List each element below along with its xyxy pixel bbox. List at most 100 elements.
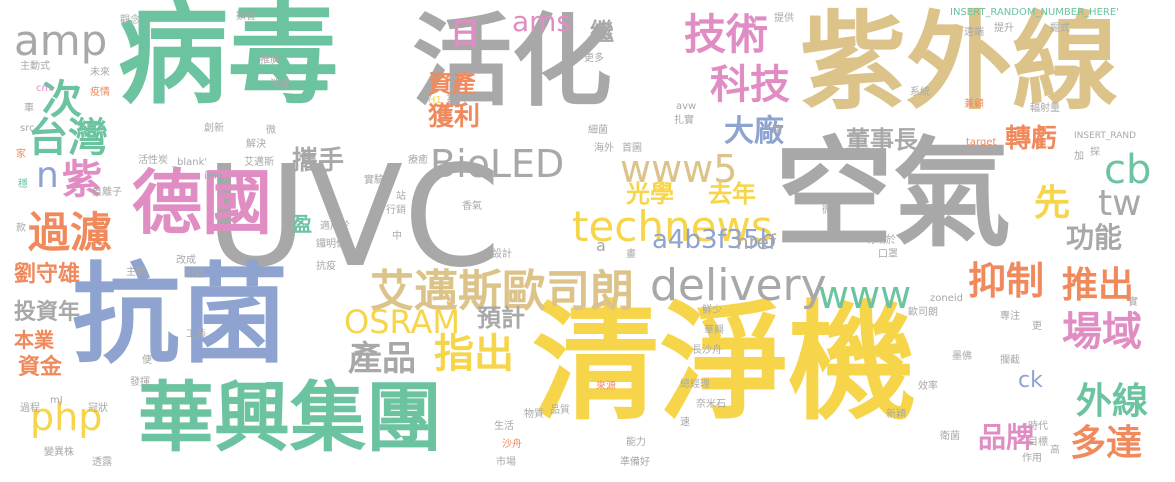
word-naimishi: 奈米石: [696, 399, 726, 410]
word-baokuo: 包括: [184, 269, 204, 280]
word-www: www: [818, 273, 912, 317]
word-kangyi: 抗疫: [316, 261, 336, 272]
word-zhuankui: 轉虧: [1005, 124, 1058, 154]
word-shenghuo: 生活: [494, 421, 514, 432]
word-huoli: 獲利: [428, 102, 481, 132]
word-fulizi: 負離子: [92, 187, 122, 198]
word-liushouxiong: 劉守雄: [14, 262, 81, 287]
word-guanzhuang: 冠狀: [88, 403, 108, 414]
word-gao: 高: [1050, 445, 1060, 456]
word-tigong: 提供: [774, 13, 794, 24]
word-liaoyu: 療癒: [408, 155, 428, 166]
word-tan: 探: [1090, 147, 1100, 158]
word-kuan: 款: [16, 223, 26, 234]
word-ji: 繼: [590, 18, 614, 46]
word-cloud: 病毒 活化 紫外線 UVC 空氣 抗菌 清淨機 德國 華興集團 艾邁斯歐司朗 d…: [0, 0, 1175, 482]
word-mubiao: 目標: [1028, 437, 1048, 448]
word-qunian: 去年: [708, 180, 756, 208]
word-kuoxiang: 擴香: [236, 11, 256, 22]
word-a: a: [596, 236, 606, 255]
word-ziwaixian: 紫外線: [800, 1, 1118, 124]
word-zoneid: zoneid: [930, 293, 963, 304]
word-shazhou: 沙舟: [502, 439, 522, 450]
word-xilie: 系列: [446, 95, 466, 106]
word-osram: OSRAM: [344, 303, 460, 341]
word-bianyizhu: 變異株: [44, 447, 74, 458]
word-jiangu: 兼顧: [964, 99, 984, 110]
word-luomingzuo: 鑼明佐: [316, 239, 346, 250]
word-yuanduan: 遠端: [964, 27, 984, 38]
word-hua: 畫: [626, 249, 636, 260]
word-geng: 更: [1032, 321, 1042, 332]
word-blank: _blank': [172, 157, 208, 168]
word-src: src: [20, 123, 35, 134]
word-zhashi: 扎實: [674, 115, 694, 126]
word-jiejue: 解決: [246, 139, 266, 150]
word-gaicheng: 改成: [176, 255, 196, 266]
word-href: href: [736, 230, 776, 254]
word-amp: amp: [14, 16, 108, 65]
word-chuangxin: 創新: [204, 123, 224, 134]
word-laiyuan: 來源: [596, 381, 616, 392]
word-tuiguang: 推廣: [260, 55, 280, 66]
word-zhunbeihao: 準備好: [620, 457, 650, 468]
word-gongneng: 功能: [1066, 221, 1123, 254]
word-wei: 微: [266, 125, 276, 136]
word-xiaolu: 效率: [918, 381, 938, 392]
word-xiangqi: 香氣: [462, 201, 482, 212]
word-benye: 本業: [14, 328, 54, 352]
word-xitong: 系統: [910, 87, 930, 98]
word-shoutu: 首圖: [622, 143, 642, 154]
word-huaxing: 華興: [704, 325, 724, 336]
word-che: 車: [24, 103, 34, 114]
word-xijun: 細菌: [588, 125, 608, 136]
word-waixian: 外線: [1076, 381, 1149, 422]
word-wei2: 微: [822, 205, 832, 216]
word-huoxingtan: 活性炭: [138, 155, 168, 166]
word-h1: H1: [428, 95, 442, 106]
word-target: target: [966, 137, 997, 148]
word-nengli: 能力: [626, 437, 646, 448]
word-fusheliang: 輻射量: [1030, 103, 1060, 114]
word-mofo: 墨佛: [952, 351, 972, 362]
word-huaxing-jituan: 華興集團: [138, 373, 442, 462]
word-jia2: 加: [1074, 151, 1084, 162]
word-shichang: 市場: [496, 457, 516, 468]
word-shidai: 時代: [1028, 421, 1048, 432]
word-cm: cm: [36, 83, 52, 94]
word-wen: 穩: [18, 179, 28, 190]
word-guolu: 過濾: [28, 208, 113, 257]
word-su: 速: [680, 417, 690, 428]
word-delivery: delivery: [650, 260, 827, 311]
word-fahui: 發揮: [130, 377, 150, 388]
word-lanjie: 攔截: [1000, 355, 1020, 366]
word-yizhi: 抑制: [968, 259, 1045, 303]
word-zhudong: 主動: [126, 267, 146, 278]
word-ousilang: 歐司朗: [908, 307, 938, 318]
word-gengduo: 更多: [584, 53, 604, 64]
word-jueshi: 掘式: [1050, 23, 1070, 34]
word-jia: 家: [16, 149, 26, 160]
word-aimaisi: 艾邁斯: [244, 157, 274, 168]
word-ri: 日: [450, 17, 480, 52]
word-insert-rand: INSERT_RAND: [1074, 131, 1137, 141]
word-bioled: BioLED: [430, 142, 565, 186]
word-bian: 便: [142, 355, 152, 366]
word-keji: 科技: [710, 62, 790, 108]
word-pinpai: 品牌: [978, 421, 1035, 454]
word-kangjun: 抗菌: [72, 253, 289, 378]
word-chanpin: 產品: [348, 339, 416, 379]
word-yiqing: 疫情: [90, 87, 110, 98]
word-zichan: 資產: [428, 70, 476, 98]
word-xiaodu: 消毒: [270, 79, 290, 90]
word-guannian: 觀念: [120, 15, 140, 26]
word-dongshizhang: 董事長: [846, 126, 918, 154]
word-insert-random-number-here: INSERT_RANDOM_NUMBER_HERE': [950, 7, 1119, 18]
word-xianshao: 鮮少: [702, 305, 722, 316]
word-shiyanzheng: 實驗證: [364, 175, 394, 186]
word-sheji: 設計: [492, 249, 512, 260]
word-toulu: 透露: [92, 457, 112, 468]
word-xingxiao: 行銷: [386, 205, 406, 216]
word-yuji: 預計: [477, 304, 525, 332]
word-xieshou: 攜手: [292, 146, 345, 176]
